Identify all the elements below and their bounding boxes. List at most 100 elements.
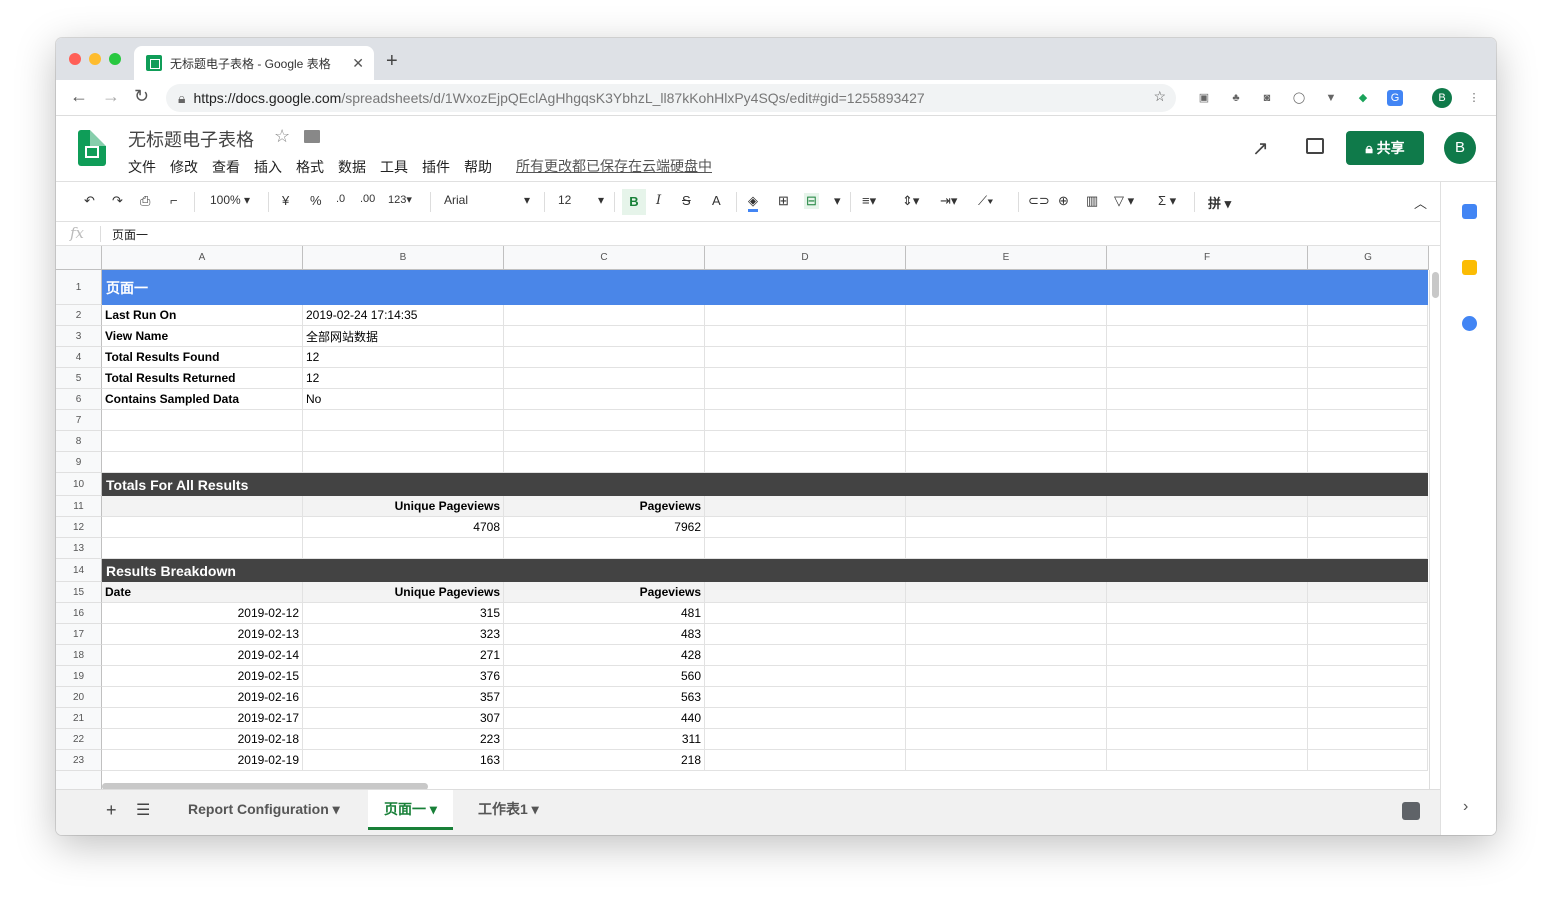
currency-format-button[interactable]: ¥ xyxy=(282,193,289,208)
row-header[interactable]: 20 xyxy=(56,687,102,708)
cell-g5[interactable] xyxy=(1308,368,1428,389)
cell-f3[interactable] xyxy=(1107,326,1308,347)
minimize-window-button[interactable] xyxy=(89,53,101,65)
cell-d21[interactable] xyxy=(705,708,906,729)
cell-a19[interactable]: 2019-02-15 xyxy=(102,666,303,687)
cell-c16[interactable]: 481 xyxy=(504,603,705,624)
forward-icon[interactable]: → xyxy=(102,86,120,107)
cell-b19[interactable]: 376 xyxy=(303,666,504,687)
cell-e4[interactable] xyxy=(906,347,1107,368)
cell-c20[interactable]: 563 xyxy=(504,687,705,708)
cell-b13[interactable] xyxy=(303,538,504,559)
borders-icon[interactable]: ⊞ xyxy=(778,193,789,209)
cell-f16[interactable] xyxy=(1107,603,1308,624)
cell-d4[interactable] xyxy=(705,347,906,368)
cell-e2[interactable] xyxy=(906,305,1107,326)
cell-d13[interactable] xyxy=(705,538,906,559)
cell-c13[interactable] xyxy=(504,538,705,559)
vertical-scrollbar[interactable] xyxy=(1429,270,1440,789)
activity-trend-icon[interactable]: ↗ xyxy=(1252,136,1269,161)
address-bar[interactable]: 🔒︎ https://docs.google.com/spreadsheets/… xyxy=(166,84,1176,112)
browser-tab[interactable]: 无标题电子表格 - Google 表格 ✕ xyxy=(134,46,374,80)
row-header[interactable]: 17 xyxy=(56,624,102,645)
cell-c3[interactable] xyxy=(504,326,705,347)
cell-g22[interactable] xyxy=(1308,729,1428,750)
row-header[interactable]: 8 xyxy=(56,431,102,452)
cell-g4[interactable] xyxy=(1308,347,1428,368)
row-header[interactable]: 12 xyxy=(56,517,102,538)
cell-a6[interactable]: Contains Sampled Data xyxy=(102,389,303,410)
cell-d20[interactable] xyxy=(705,687,906,708)
cell-c21[interactable]: 440 xyxy=(504,708,705,729)
cell-d9[interactable] xyxy=(705,452,906,473)
folder-icon[interactable] xyxy=(304,130,320,143)
browser-menu-icon[interactable]: ⋮ xyxy=(1466,90,1482,106)
paint-format-icon[interactable]: ⌐ xyxy=(170,193,178,208)
cell-c5[interactable] xyxy=(504,368,705,389)
horizontal-scrollbar[interactable] xyxy=(102,782,1429,789)
font-size-select[interactable]: 12 ▾ xyxy=(558,193,608,207)
chevron-down-icon[interactable]: ▾ xyxy=(834,193,841,209)
share-button[interactable]: 🔒︎ 共享 xyxy=(1346,131,1424,165)
cell-f7[interactable] xyxy=(1107,410,1308,431)
menu-item-view[interactable]: 查看 xyxy=(212,157,240,177)
more-formats-button[interactable]: 123▾ xyxy=(388,193,412,206)
cell-g2[interactable] xyxy=(1308,305,1428,326)
cell-a4[interactable]: Total Results Found xyxy=(102,347,303,368)
row-header[interactable]: 22 xyxy=(56,729,102,750)
save-status[interactable]: 所有更改都已保存在云端硬盘中 xyxy=(516,156,712,176)
column-header-g[interactable]: G xyxy=(1308,246,1429,270)
cell-d15[interactable] xyxy=(705,582,906,603)
bookmark-star-icon[interactable]: ☆ xyxy=(1153,88,1166,105)
cell-d11[interactable] xyxy=(705,496,906,517)
row-header[interactable]: 6 xyxy=(56,389,102,410)
cell-e21[interactable] xyxy=(906,708,1107,729)
cell-b23[interactable]: 163 xyxy=(303,750,504,771)
cell-g6[interactable] xyxy=(1308,389,1428,410)
cell-g12[interactable] xyxy=(1308,517,1428,538)
cell-d22[interactable] xyxy=(705,729,906,750)
translate-icon[interactable]: G xyxy=(1387,90,1403,106)
cell-a11[interactable] xyxy=(102,496,303,517)
cell-e9[interactable] xyxy=(906,452,1107,473)
cell-f15[interactable] xyxy=(1107,582,1308,603)
increase-decimal-button[interactable]: .00 xyxy=(360,193,375,205)
cell-g9[interactable] xyxy=(1308,452,1428,473)
cell-e19[interactable] xyxy=(906,666,1107,687)
cell-a15[interactable]: Date xyxy=(102,582,303,603)
cell-c23[interactable]: 218 xyxy=(504,750,705,771)
cell-e7[interactable] xyxy=(906,410,1107,431)
row-header[interactable]: 4 xyxy=(56,347,102,368)
cell-g11[interactable] xyxy=(1308,496,1428,517)
add-sheet-button[interactable]: + xyxy=(106,800,117,821)
zoom-select[interactable]: 100% ▾ xyxy=(210,193,250,207)
cell-f22[interactable] xyxy=(1107,729,1308,750)
cell-f21[interactable] xyxy=(1107,708,1308,729)
reload-icon[interactable]: ↻ xyxy=(134,86,149,107)
new-tab-button[interactable]: + xyxy=(386,50,398,73)
select-all-corner[interactable] xyxy=(56,246,102,270)
extension-icon[interactable]: ◯ xyxy=(1291,90,1307,106)
row-header[interactable]: 21 xyxy=(56,708,102,729)
cell-e15[interactable] xyxy=(906,582,1107,603)
column-header-f[interactable]: F xyxy=(1107,246,1308,270)
fill-color-icon[interactable]: ◈ xyxy=(748,193,758,212)
cell-f11[interactable] xyxy=(1107,496,1308,517)
cell-d17[interactable] xyxy=(705,624,906,645)
cell-a17[interactable]: 2019-02-13 xyxy=(102,624,303,645)
row-header[interactable]: 2 xyxy=(56,305,102,326)
cell-c18[interactable]: 428 xyxy=(504,645,705,666)
cell-e5[interactable] xyxy=(906,368,1107,389)
cell-f17[interactable] xyxy=(1107,624,1308,645)
cell-e22[interactable] xyxy=(906,729,1107,750)
column-header-e[interactable]: E xyxy=(906,246,1107,270)
italic-button[interactable]: I xyxy=(656,193,661,208)
row-header[interactable]: 15 xyxy=(56,582,102,603)
cell-e16[interactable] xyxy=(906,603,1107,624)
cell-f9[interactable] xyxy=(1107,452,1308,473)
row-header[interactable]: 23 xyxy=(56,750,102,771)
row-header[interactable]: 14 xyxy=(56,559,102,582)
column-header-a[interactable]: A xyxy=(102,246,303,270)
cell-a5[interactable]: Total Results Returned xyxy=(102,368,303,389)
cell-b18[interactable]: 271 xyxy=(303,645,504,666)
